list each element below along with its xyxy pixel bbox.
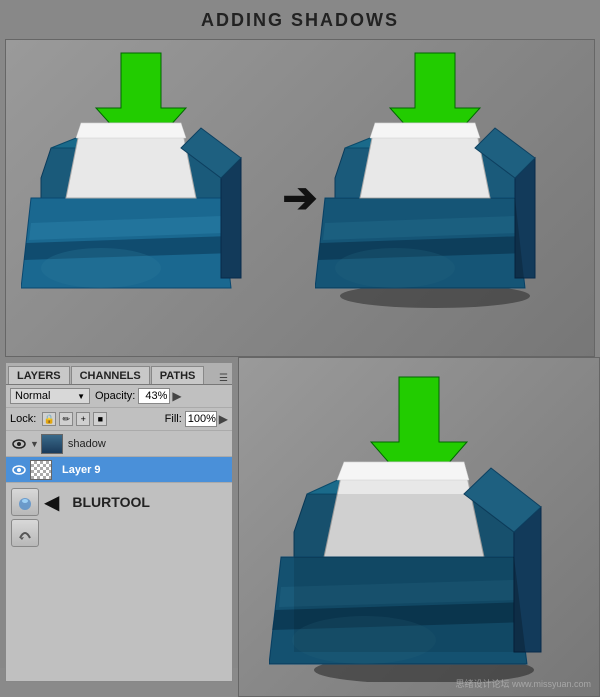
layer-thumb-layer9 xyxy=(30,460,52,480)
layer-group-expand[interactable]: ▼ xyxy=(30,439,39,449)
lock-label: Lock: xyxy=(10,413,36,425)
layer-thumb-shadow xyxy=(41,434,63,454)
bottom-section: LAYERS CHANNELS PATHS ☰ Normal ▼ Opacity… xyxy=(0,357,600,697)
layer-row-layer9[interactable]: Layer 9 xyxy=(6,457,232,483)
tab-channels[interactable]: CHANNELS xyxy=(71,366,150,384)
tool-row-blur: ◀ BLURTOOL xyxy=(11,488,227,516)
panel-menu-icon[interactable]: ☰ xyxy=(219,373,232,384)
title-area: ADDING SHADOWS xyxy=(0,0,600,39)
main-container: ADDING SHADOWS xyxy=(0,0,600,668)
tab-layers[interactable]: LAYERS xyxy=(8,366,70,384)
layer-visibility-layer9[interactable] xyxy=(11,462,27,478)
ps-tools: ◀ BLURTOOL xyxy=(6,483,232,552)
blur-arrow: ◀ xyxy=(44,490,59,515)
watermark: 思绪设计论坛 www.missyuan.com xyxy=(455,677,591,690)
tab-paths[interactable]: PATHS xyxy=(151,366,205,384)
ps-tabs-row: LAYERS CHANNELS PATHS ☰ xyxy=(6,363,232,385)
opacity-arrow[interactable]: ▶ xyxy=(172,389,181,403)
layer-visibility-shadow[interactable] xyxy=(11,436,27,452)
lock-icons: 🔒 ✏ + ■ xyxy=(42,412,107,426)
bottom-right-folder-box: 思绪设计论坛 www.missyuan.com xyxy=(238,357,600,697)
blur-tool-label: BLURTOOL xyxy=(72,494,150,510)
lock-position-icon[interactable]: ■ xyxy=(93,412,107,426)
lock-draw-icon[interactable]: ✏ xyxy=(59,412,73,426)
before-folder-scene xyxy=(21,48,286,348)
arrow-connector: ➔ xyxy=(282,174,317,221)
layer-name-layer9: Layer 9 xyxy=(62,464,101,476)
fill-input[interactable]: 100% xyxy=(185,411,217,427)
layer-list: ▼ shadow Layer 9 xyxy=(6,431,232,483)
second-tool-btn[interactable] xyxy=(11,519,39,547)
lock-all-icon[interactable]: 🔒 xyxy=(42,412,56,426)
ps-panel: LAYERS CHANNELS PATHS ☰ Normal ▼ Opacity… xyxy=(5,362,233,682)
opacity-input[interactable]: 43% xyxy=(138,388,170,404)
layer-name-shadow: shadow xyxy=(68,438,106,450)
bottom-right-scene: 思绪设计论坛 www.missyuan.com xyxy=(238,357,600,697)
fill-arrow[interactable]: ▶ xyxy=(219,412,228,426)
page-title: ADDING SHADOWS xyxy=(201,10,399,30)
top-panel: ➔ xyxy=(5,39,595,357)
opacity-label: Opacity: xyxy=(95,390,135,402)
fill-label: Fill: xyxy=(165,413,182,425)
after-folder-scene xyxy=(315,48,580,348)
lock-move-icon[interactable]: + xyxy=(76,412,90,426)
layer-row-shadow[interactable]: ▼ shadow xyxy=(6,431,232,457)
blend-mode-select[interactable]: Normal ▼ xyxy=(10,388,90,404)
blur-tool-btn[interactable] xyxy=(11,488,39,516)
